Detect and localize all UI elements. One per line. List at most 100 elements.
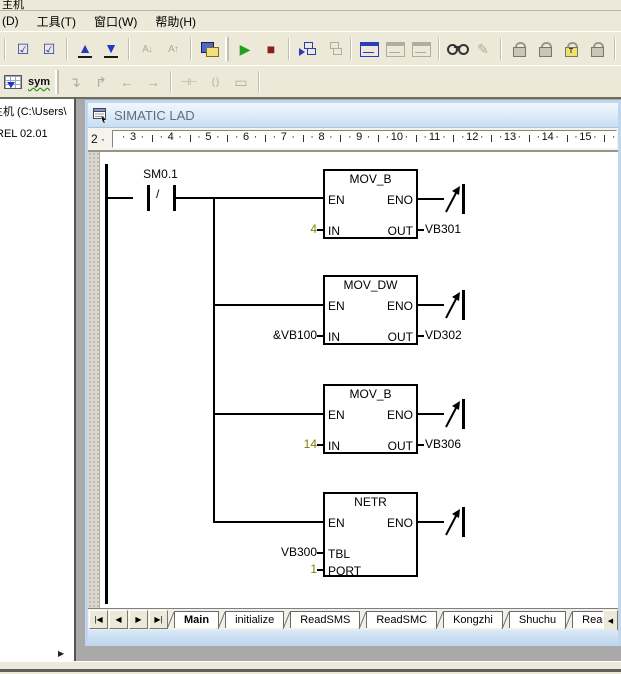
toolbar-separator	[128, 38, 130, 60]
wire	[176, 197, 323, 199]
line-up-icon[interactable]: ↱	[89, 70, 113, 94]
status-bar-divider	[0, 669, 621, 672]
download-icon[interactable]: ▼	[99, 37, 123, 61]
pin-in: IN	[328, 330, 340, 344]
insert-box-icon[interactable]: ▭	[229, 70, 253, 94]
ruler-scale: ·3··4··5··6··7··8··9··10··11··12··13··14…	[112, 130, 617, 148]
project-tree-item-host[interactable]: 主机 (C:\Users\	[0, 103, 74, 119]
lock-icon[interactable]	[507, 37, 531, 61]
ruler-tick	[491, 135, 492, 142]
menu-item-0[interactable]: (D)	[0, 12, 28, 31]
output-operand[interactable]: VD302	[425, 328, 462, 342]
hscroll-left-icon[interactable]: ◀	[603, 610, 618, 630]
pause-program-icon[interactable]	[321, 37, 345, 61]
input-value[interactable]: &VB100	[238, 328, 317, 342]
line-left-icon[interactable]: ←	[115, 70, 139, 94]
tab-nav-last[interactable]: ▶|	[149, 610, 168, 629]
output-operand[interactable]: VB301	[425, 222, 461, 236]
sort-ascending-icon[interactable]: A↓	[135, 37, 159, 61]
tab-kongzhi[interactable]: Kongzhi	[443, 611, 503, 628]
branch-wire	[213, 197, 215, 523]
menu-item-2[interactable]: 窗口(W)	[85, 11, 146, 33]
block-mov_b-2[interactable]: MOV_BENENOINOUT	[323, 384, 418, 454]
ruler-tick: ·	[499, 131, 503, 143]
output-operand[interactable]: VB306	[425, 437, 461, 451]
menu-item-1[interactable]: 工具(T)	[28, 11, 85, 33]
menu-item-3[interactable]: 帮助(H)	[146, 11, 205, 33]
input-value[interactable]: 4	[238, 222, 317, 236]
insert-contact-icon[interactable]: ⊣⊢	[177, 70, 201, 94]
line-down-icon[interactable]: ↴	[63, 70, 87, 94]
lock-remove-icon[interactable]	[585, 37, 609, 61]
sidebar-scroll-right-icon[interactable]: ▶	[58, 649, 64, 658]
pin-en: EN	[328, 299, 345, 313]
tab-readsmc[interactable]: ReadSMC	[366, 611, 437, 628]
chart-status-pause-icon[interactable]	[383, 37, 407, 61]
options-icon[interactable]	[197, 37, 221, 61]
line-right-icon[interactable]: →	[141, 70, 165, 94]
tab-shuchu[interactable]: Shuchu	[509, 611, 566, 628]
pin-en: EN	[328, 193, 345, 207]
ruler-tick: ·	[442, 131, 446, 143]
block-mov_b-0[interactable]: MOV_B EN ENO IN OUT	[323, 169, 418, 239]
project-tree-panel[interactable]: 主机 (C:\Users\ REL 02.01 ▶	[0, 97, 76, 664]
menu-bar: (D)工具(T)窗口(W)帮助(H)	[0, 10, 621, 32]
tab-readsms[interactable]: ReadSMS	[290, 611, 360, 628]
input-value[interactable]: 14	[238, 437, 317, 451]
toolbar-separator	[170, 71, 172, 93]
wire	[418, 444, 424, 446]
wire	[215, 521, 323, 523]
tab-nav-next[interactable]: ▶	[129, 610, 148, 629]
ruler-tick	[227, 135, 228, 142]
toolbar-separator	[614, 38, 616, 60]
symbol-table-icon[interactable]	[1, 70, 25, 94]
lad-canvas[interactable]: SM0.1/MOV_B EN ENO IN OUT 4 VB301 MOV_DW EN ENO IN…	[88, 152, 618, 608]
pin-out: OUT	[388, 439, 413, 453]
unlock-icon[interactable]	[533, 37, 557, 61]
block-title: MOV_B	[325, 387, 416, 401]
program-status-icon[interactable]	[295, 37, 319, 61]
tab-initialize[interactable]: initialize	[225, 611, 284, 628]
pin-eno: ENO	[387, 193, 413, 207]
ruler-number: 7	[281, 131, 287, 143]
password-lock-icon[interactable]: T	[559, 37, 583, 61]
ruler-tick: ·	[159, 131, 163, 143]
lad-window-titlebar[interactable]: SIMATIC LAD	[88, 103, 618, 128]
ruler-tick: ·	[404, 131, 408, 143]
tab-nav-first[interactable]: |◀	[89, 610, 108, 629]
input-value[interactable]: VB300	[238, 545, 317, 559]
input-value[interactable]: 1	[238, 562, 317, 576]
sort-descending-icon[interactable]: A↑	[161, 37, 185, 61]
contact-sm0-1[interactable]: SM0.1/	[133, 167, 188, 212]
continuation-arrow-icon	[444, 397, 466, 431]
compile-icon[interactable]: ☑	[11, 37, 35, 61]
project-tree-item-release[interactable]: REL 02.01	[0, 128, 74, 140]
ruler-number: 11	[429, 131, 440, 143]
pin-in: IN	[328, 224, 340, 238]
write-force-icon[interactable]: ✎	[471, 37, 495, 61]
tab-nav-prev[interactable]: ◀	[109, 610, 128, 629]
block-mov_dw-1[interactable]: MOV_DWENENOINOUT	[323, 275, 418, 345]
ruler-tick: ·	[216, 131, 220, 143]
symbolic-addressing-icon[interactable]: sym	[27, 70, 51, 94]
ruler-number: 12	[466, 131, 478, 143]
continuation-arrow-icon	[444, 288, 466, 322]
pin-out: OUT	[388, 224, 413, 238]
run-icon[interactable]: ▶	[233, 37, 257, 61]
ruler-tick: ·	[273, 131, 277, 143]
insert-coil-icon[interactable]: ( )	[203, 70, 227, 94]
block-netr-3[interactable]: NETRENENOTBLPORT	[323, 492, 418, 577]
lad-window-title: SIMATIC LAD	[114, 108, 195, 123]
toolbar-separator	[288, 38, 290, 60]
compile-all-icon[interactable]: ☑	[37, 37, 61, 61]
block-title: MOV_DW	[325, 278, 416, 292]
tab-main[interactable]: Main	[174, 611, 219, 628]
program-monitor-icon[interactable]	[445, 37, 469, 61]
chart-status-icon[interactable]	[357, 37, 381, 61]
trend-view-icon[interactable]	[409, 37, 433, 61]
block-title: MOV_B	[325, 172, 416, 186]
network-gutter	[88, 152, 100, 608]
upload-icon[interactable]: ▲	[73, 37, 97, 61]
stop-icon[interactable]: ■	[259, 37, 283, 61]
pin-en: EN	[328, 408, 345, 422]
